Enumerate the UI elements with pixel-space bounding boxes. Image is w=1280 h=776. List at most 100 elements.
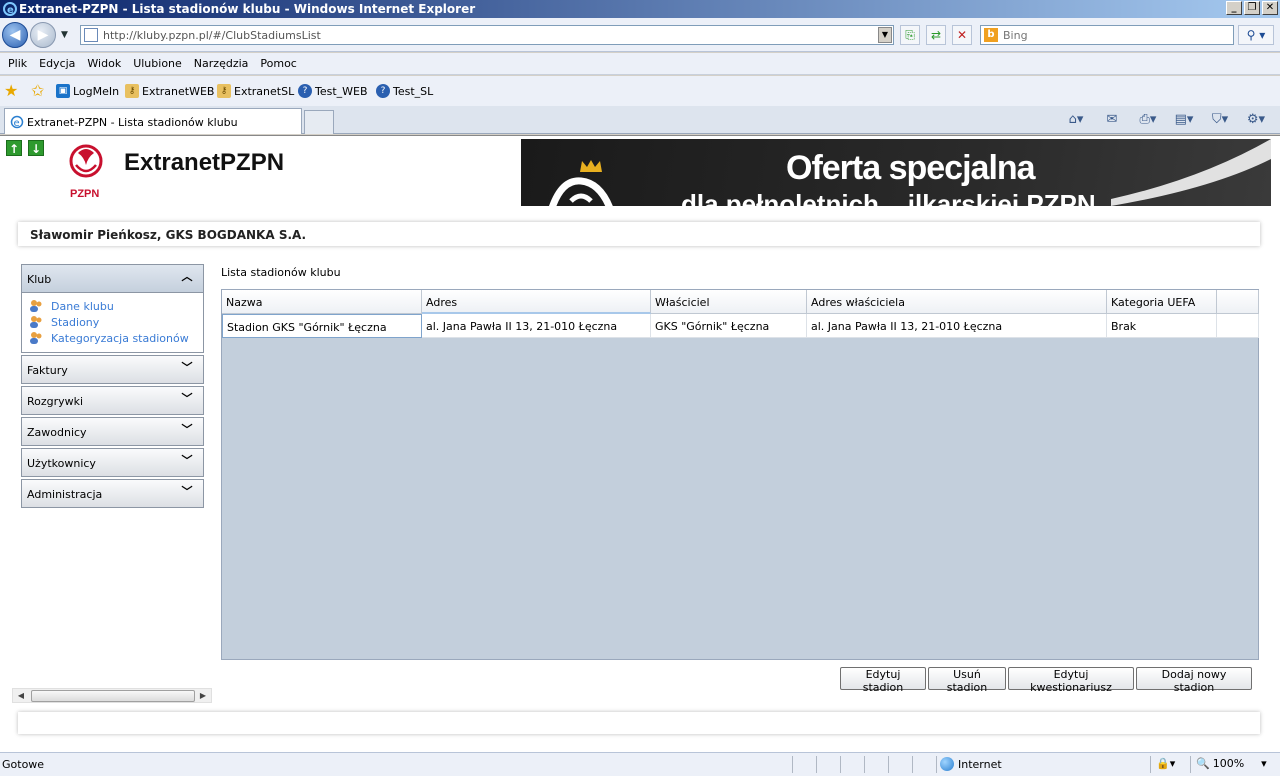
sidebar-section-administracja[interactable]: Administracja ﹀ <box>21 479 204 508</box>
banner-headline: Oferta specjalna <box>786 149 1036 187</box>
sidebar-section-klub[interactable]: Klub ︿ <box>21 264 204 293</box>
add-favorites-icon[interactable]: ✩ <box>31 82 49 100</box>
status-divider <box>816 756 817 773</box>
svg-text:PZPN: PZPN <box>70 188 99 200</box>
column-header-filler <box>1217 290 1259 314</box>
stop-icon: ✕ <box>956 28 968 42</box>
add-stadium-button[interactable]: Dodaj nowy stadion <box>1136 667 1252 694</box>
refresh-button[interactable]: ⇄ <box>926 25 946 45</box>
page-favicon <box>84 28 98 42</box>
column-header-wlasciciel[interactable]: Właściciel <box>651 290 807 314</box>
chevron-down-icon: ﹀ <box>181 392 193 405</box>
sidebar-item-dane-klubu[interactable]: Dane klubu <box>29 298 203 314</box>
stop-button[interactable]: ✕ <box>952 25 972 45</box>
fav-link-test-sl[interactable]: ? Test_SL <box>376 84 433 98</box>
close-window-button[interactable]: ✕ <box>1262 1 1278 15</box>
sidebar-item-label: Kategoryzacja stadionów <box>51 331 189 345</box>
fav-link-test-web[interactable]: ? Test_WEB <box>298 84 368 98</box>
tab-title: Extranet-PZPN - Lista stadionów klubu <box>27 116 238 129</box>
column-header-adres[interactable]: Adres <box>422 290 651 314</box>
sidebar-section-label: Faktury <box>27 364 68 377</box>
menu-tools[interactable]: Narzędzia <box>188 53 255 74</box>
edit-questionnaire-button[interactable]: Edytuj kwestionariusz <box>1008 667 1134 694</box>
status-divider <box>888 756 889 773</box>
column-header-nazwa[interactable]: Nazwa <box>222 290 422 314</box>
back-button[interactable]: ◀ <box>2 22 28 48</box>
sidebar-section-rozgrywki[interactable]: Rozgrywki ﹀ <box>21 386 204 415</box>
compat-view-button[interactable]: ⎘ <box>900 25 920 45</box>
sidebar-section-label: Zawodnicy <box>27 426 87 439</box>
fav-link-logmein[interactable]: ▣ LogMeIn <box>56 84 119 98</box>
feeds-icon[interactable]: ✉ <box>1096 110 1128 130</box>
security-zone: Internet <box>940 757 1002 771</box>
chevron-down-icon: ﹀ <box>181 423 193 436</box>
sidebar-section-label: Rozgrywki <box>27 395 84 408</box>
window-title: Extranet-PZPN - Lista stadionów klubu - … <box>19 2 476 16</box>
column-header-kategoria-uefa[interactable]: Kategoria UEFA <box>1107 290 1217 314</box>
scroll-left-arrow-icon[interactable]: ◀ <box>15 690 27 702</box>
url-input[interactable] <box>103 27 873 43</box>
compat-icon: ⎘ <box>905 28 915 42</box>
horizontal-scrollbar[interactable]: ◀ ▶ <box>12 688 212 703</box>
column-header-adres-wlasciciela[interactable]: Adres właściciela <box>807 290 1107 314</box>
search-button[interactable]: ⚲ ▾ <box>1238 25 1274 45</box>
action-buttons: Edytuj stadion Usuń stadion Edytuj kwest… <box>0 667 1280 694</box>
history-dropdown-icon[interactable]: ▼ <box>61 30 68 40</box>
menu-favorites[interactable]: Ulubione <box>127 53 188 74</box>
tools-gear-icon[interactable]: ⚙▾ <box>1240 110 1272 130</box>
minimize-button[interactable]: _ <box>1226 1 1242 15</box>
menu-file[interactable]: Plik <box>2 53 33 74</box>
sidebar-item-stadiony[interactable]: Stadiony <box>29 314 203 330</box>
protected-mode-icon[interactable]: 🔒▾ <box>1156 757 1175 770</box>
sidebar-item-kategoryzacja[interactable]: Kategoryzacja stadionów <box>29 330 203 346</box>
svg-text:e: e <box>7 5 14 16</box>
users-icon <box>30 316 42 328</box>
print-icon[interactable]: ⎙▾ <box>1132 110 1164 130</box>
sidebar-section-label: Klub <box>27 273 52 286</box>
new-tab-button[interactable] <box>304 110 334 134</box>
chevron-up-icon: ︿ <box>181 270 193 283</box>
table-cell[interactable]: al. Jana Pawła II 13, 21-010 Łęczna <box>807 314 1107 338</box>
page-icon[interactable]: ▤▾ <box>1168 110 1200 130</box>
table-cell[interactable]: Brak <box>1107 314 1217 338</box>
url-dropdown-button[interactable]: ▼ <box>878 27 892 43</box>
scroll-up-arrow-icon[interactable]: ↑ <box>6 140 22 156</box>
zone-label: Internet <box>958 757 1002 771</box>
fav-link-extranetweb[interactable]: ⚷ ExtranetWEB <box>125 84 214 98</box>
fav-link-extranetsl[interactable]: ⚷ ExtranetSL <box>217 84 294 98</box>
edit-stadium-button[interactable]: Edytuj stadion <box>840 667 926 694</box>
browser-tab[interactable]: e Extranet-PZPN - Lista stadionów klubu <box>4 108 302 134</box>
help-icon: ? <box>376 84 390 98</box>
forward-button[interactable]: ▶ <box>30 22 56 48</box>
sidebar-section-uzytkownicy[interactable]: Użytkownicy ﹀ <box>21 448 204 477</box>
sidebar: Klub ︿ Dane klubu Stadiony Kategoryzacja… <box>21 264 204 510</box>
menu-edit[interactable]: Edycja <box>33 53 81 74</box>
safety-icon[interactable]: ⛉▾ <box>1204 110 1236 130</box>
scroll-thumb[interactable] <box>31 690 195 702</box>
chevron-down-icon: ﹀ <box>181 454 193 467</box>
sidebar-section-zawodnicy[interactable]: Zawodnicy ﹀ <box>21 417 204 446</box>
key-icon: ⚷ <box>217 84 231 98</box>
table-cell[interactable]: al. Jana Pawła II 13, 21-010 Łęczna <box>422 314 651 338</box>
status-divider <box>792 756 793 773</box>
home-icon[interactable]: ⌂▾ <box>1060 110 1092 130</box>
ie-icon: e <box>3 2 17 16</box>
menu-view[interactable]: Widok <box>81 53 127 74</box>
zoom-control[interactable]: 🔍 100% ▾ <box>1196 757 1267 770</box>
delete-stadium-button[interactable]: Usuń stadion <box>928 667 1006 694</box>
table-cell[interactable]: Stadion GKS "Górnik" Łęczna <box>222 314 422 338</box>
sidebar-section-faktury[interactable]: Faktury ﹀ <box>21 355 204 384</box>
scroll-right-arrow-icon[interactable]: ▶ <box>197 690 209 702</box>
menu-help[interactable]: Pomoc <box>254 53 302 74</box>
search-input[interactable] <box>1003 27 1223 43</box>
key-icon: ⚷ <box>125 84 139 98</box>
favorites-star-icon[interactable]: ★ <box>4 82 22 100</box>
scroll-down-arrow-icon[interactable]: ↓ <box>28 140 44 156</box>
banner-subline: dla pełnoletnich ...ilkarskiej PZPN <box>681 189 1096 206</box>
status-divider <box>864 756 865 773</box>
fav-link-label: Test_WEB <box>315 84 368 98</box>
promo-banner[interactable]: Oferta specjalna dla pełnoletnich ...ilk… <box>521 139 1271 206</box>
table-cell[interactable]: GKS "Górnik" Łęczna <box>651 314 807 338</box>
sidebar-section-klub-body: Dane klubu Stadiony Kategoryzacja stadio… <box>21 293 204 353</box>
restore-button[interactable]: ❐ <box>1244 1 1260 15</box>
